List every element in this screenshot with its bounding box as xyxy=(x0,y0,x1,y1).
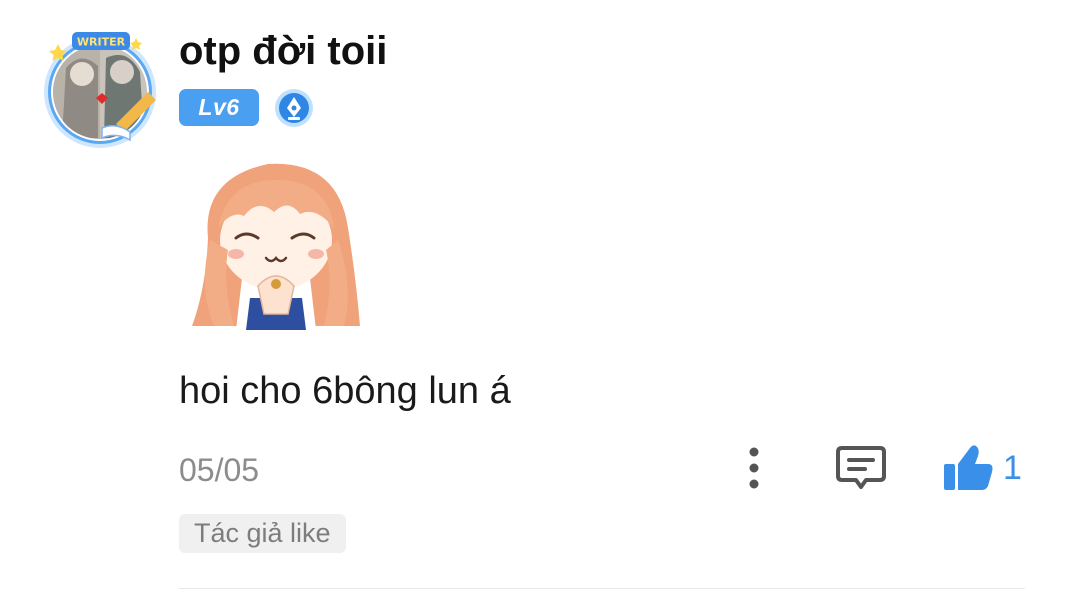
sticker-image xyxy=(188,158,364,330)
username[interactable]: otp đời toii xyxy=(179,26,387,76)
comment-date: 05/05 xyxy=(179,452,260,488)
like-count: 1 xyxy=(1003,449,1022,487)
comment-icon xyxy=(836,446,886,489)
comment-text: hoi cho 6bông lun á xyxy=(179,370,511,412)
reply-button[interactable] xyxy=(834,440,888,494)
author-liked-tag: Tác giả like xyxy=(179,514,346,553)
avatar[interactable]: WRITER xyxy=(36,28,166,148)
more-options-button[interactable] xyxy=(738,444,770,492)
level-badge: Lv6 xyxy=(179,89,259,126)
avatar-frame: WRITER xyxy=(44,32,156,148)
svg-text:WRITER: WRITER xyxy=(77,36,126,49)
like-button[interactable]: 1 xyxy=(940,440,1030,496)
comment-item: WRITER otp đời toii Lv6 hoi cho 6bông lu… xyxy=(0,0,1071,600)
more-vertical-icon xyxy=(749,447,759,489)
pen-nib-badge-icon xyxy=(274,88,314,128)
divider xyxy=(179,588,1025,589)
thumbs-up-icon xyxy=(944,445,993,490)
